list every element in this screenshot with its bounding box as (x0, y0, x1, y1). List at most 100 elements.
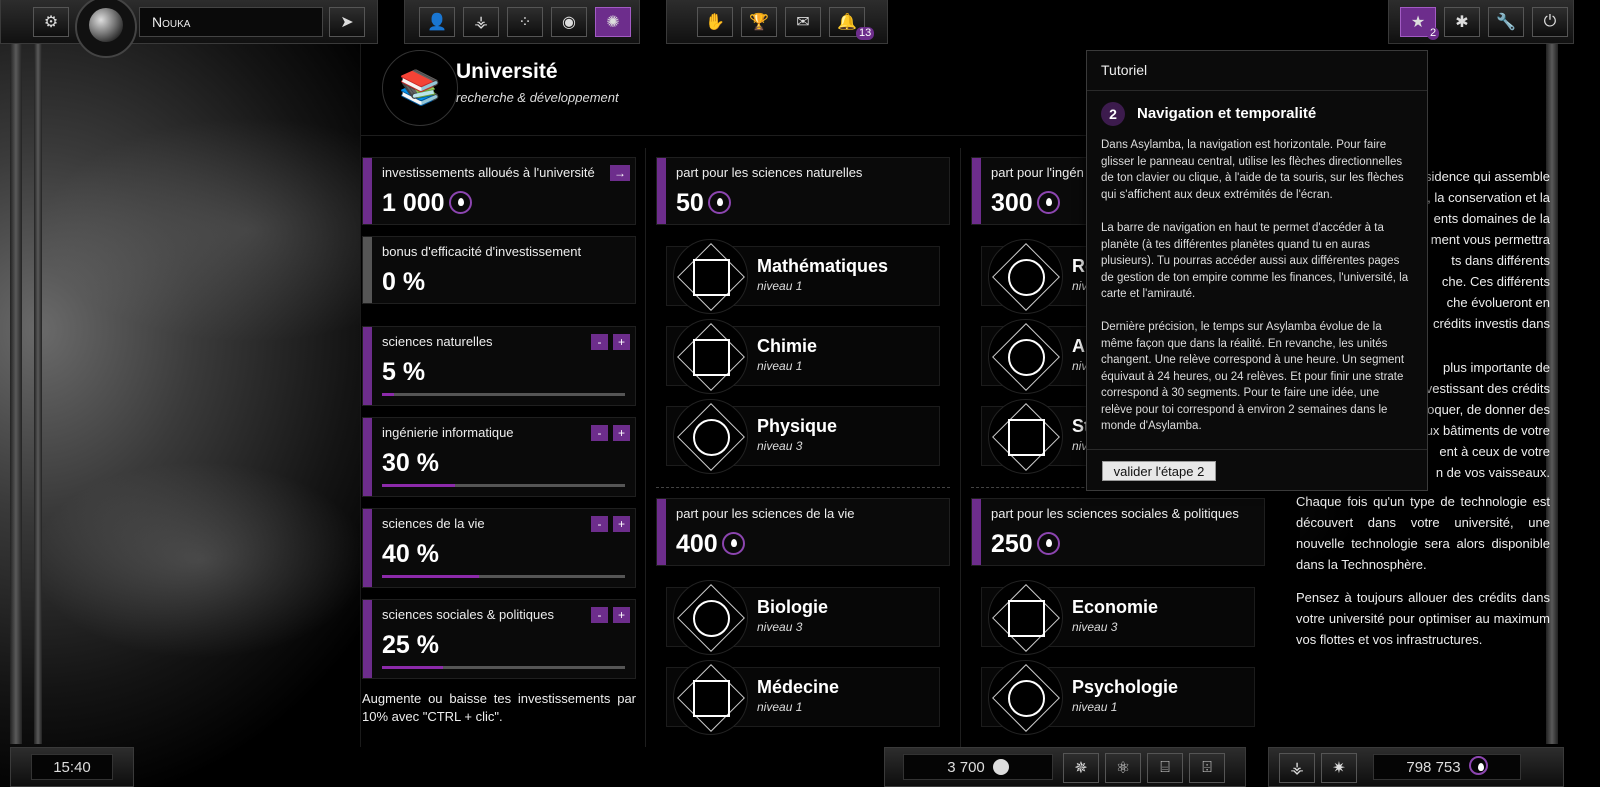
settings-button[interactable]: ⚙ (33, 7, 69, 37)
page-subtitle: recherche & développement (456, 90, 619, 105)
tutorial-paragraph: La barre de navigation en haut te permet… (1101, 222, 1409, 300)
frame-pillar-left-inner (34, 44, 42, 744)
tutorial-paragraph: Dernière précision, le temps sur Asylamb… (1101, 321, 1405, 432)
resources-display[interactable]: 3 700 (903, 754, 1053, 780)
progress-track (382, 484, 625, 487)
tutorial-step-title: Navigation et temporalité (1137, 105, 1317, 122)
trophy-icon: 🏆 (749, 14, 769, 31)
share-value: 250 (991, 530, 1033, 558)
slider-label: sciences de la vie (382, 516, 485, 531)
tools-button[interactable]: 🔧 (1488, 7, 1524, 37)
tutorial-title: Tutoriel (1101, 62, 1148, 78)
planet-avatar[interactable] (89, 8, 123, 42)
bottombar-clock-block: 15:40 (10, 747, 134, 787)
tech-biology[interactable]: Biologie niveau 3 (666, 580, 940, 655)
bonus-value: 0 % (382, 268, 426, 296)
slider-value: 25 % (382, 631, 439, 659)
credit-coin-icon (707, 190, 731, 214)
share-label: part pour les sciences naturelles (676, 165, 863, 180)
wrench-icon: 🔧 (1496, 14, 1516, 31)
investment-edit-button[interactable]: → (610, 165, 630, 181)
refinery-icon: ⌹ (1202, 759, 1212, 776)
diplomacy-button[interactable]: ✋ (697, 7, 733, 37)
messages-button[interactable]: ✉ (785, 7, 821, 37)
slider-engineering: ingénierie informatique 30 % - + (362, 417, 636, 497)
tech-name: Physique (757, 416, 838, 436)
tutorial-paragraph: Dans Asylamba, la navigation est horizon… (1101, 139, 1404, 201)
send-arrow-icon: ➤ (340, 14, 354, 31)
commander-button[interactable]: ✷ (1321, 753, 1357, 783)
profile-button[interactable]: 👤 (419, 7, 455, 37)
progress-track (382, 575, 625, 578)
planet-go-button[interactable]: ➤ (329, 7, 365, 37)
faction-button[interactable]: ⚶ (1279, 753, 1315, 783)
section-divider (656, 487, 950, 488)
shipyard-button[interactable]: ✵ (1063, 753, 1099, 783)
gear-icon: ⚙ (43, 14, 59, 31)
share-value: 300 (991, 189, 1033, 217)
column-divider (960, 148, 961, 747)
decrease-button[interactable]: - (591, 334, 608, 350)
tech-level: niveau 1 (757, 359, 803, 373)
tech-physics[interactable]: Physique niveau 3 (666, 399, 940, 474)
tutorial-count: 2 (1427, 27, 1440, 40)
validate-step-button[interactable]: valider l'étape 2 (1102, 461, 1216, 481)
map-button[interactable]: ⁘ (507, 7, 543, 37)
tech-psychology[interactable]: Psychologie niveau 1 (981, 660, 1255, 735)
bug-report-button[interactable]: ✱ (1444, 7, 1480, 37)
power-icon: ⏻ (1543, 13, 1557, 30)
refinery-button[interactable]: ⌹ (1189, 753, 1225, 783)
tech-medicine[interactable]: Médecine niveau 1 (666, 660, 940, 735)
increase-button[interactable]: + (613, 607, 630, 623)
tech-chemistry[interactable]: Chimie niveau 1 (666, 319, 940, 394)
decrease-button[interactable]: - (591, 516, 608, 532)
decrease-button[interactable]: - (591, 607, 608, 623)
notifications-count: 13 (856, 27, 875, 40)
logout-button[interactable]: ⏻ (1532, 7, 1568, 37)
social-sciences-share: part pour les sciences sociales & politi… (971, 498, 1265, 566)
bell-icon: 🔔 (837, 14, 857, 31)
brain-head-icon (988, 660, 1063, 735)
finance-button[interactable]: ⚶ (463, 7, 499, 37)
progress-track (382, 666, 625, 669)
tutorial-step-number: 2 (1101, 102, 1125, 126)
increase-button[interactable]: + (613, 425, 630, 441)
university-button[interactable]: ✺ (595, 7, 631, 37)
slider-label: ingénierie informatique (382, 425, 514, 440)
bonus-box: bonus d'efficacité d'investissement 0 % (362, 236, 636, 304)
tutorial-popup: Tutoriel 2 Navigation et temporalité Dan… (1086, 50, 1428, 491)
tech-level: niveau 3 (757, 439, 803, 453)
credit-coin-icon (448, 190, 472, 214)
chart-icon (988, 399, 1063, 474)
tech-mathematics[interactable]: Mathématiques niveau 1 (666, 239, 940, 314)
decrease-button[interactable]: - (591, 425, 608, 441)
planet-name[interactable]: Nouka (139, 7, 323, 37)
increase-button[interactable]: + (613, 334, 630, 350)
tech-level: niveau 1 (757, 279, 803, 293)
column-divider (645, 148, 646, 747)
topbar-planet-block: ⚙ Nouka ➤ (0, 0, 378, 58)
technosphere-button[interactable]: ⚛ (1105, 753, 1141, 783)
dock-icon: ⌸ (1160, 759, 1170, 776)
increase-button[interactable]: + (613, 516, 630, 532)
slider-label: sciences naturelles (382, 334, 493, 349)
share-value: 50 (676, 189, 704, 217)
slider-value: 5 % (382, 358, 426, 386)
tech-level: niveau 3 (1072, 620, 1118, 634)
investment-label: investissements alloués à l'université (382, 165, 595, 180)
slider-social-sciences: sciences sociales & politiques 25 % - + (362, 599, 636, 679)
credits-button[interactable]: ◉ (551, 7, 587, 37)
credits-display[interactable]: 798 753 (1373, 754, 1521, 780)
topbar-system-block: ★ 2 ✱ 🔧 ⏻ (1388, 0, 1574, 44)
slider-value: 40 % (382, 540, 439, 568)
slider-life-sciences: sciences de la vie 40 % - + (362, 508, 636, 588)
economy-icon (988, 580, 1063, 655)
rankings-button[interactable]: 🏆 (741, 7, 777, 37)
share-label: part pour l'ingén (991, 165, 1084, 180)
star-icon: ★ (1410, 14, 1426, 31)
bottombar-resources-block: 3 700 ✵ ⚛ ⌸ ⌹ (884, 747, 1246, 787)
mathematics-icon (673, 239, 748, 314)
chemistry-icon (673, 319, 748, 394)
dock-button[interactable]: ⌸ (1147, 753, 1183, 783)
tech-economy[interactable]: Economie niveau 3 (981, 580, 1255, 655)
